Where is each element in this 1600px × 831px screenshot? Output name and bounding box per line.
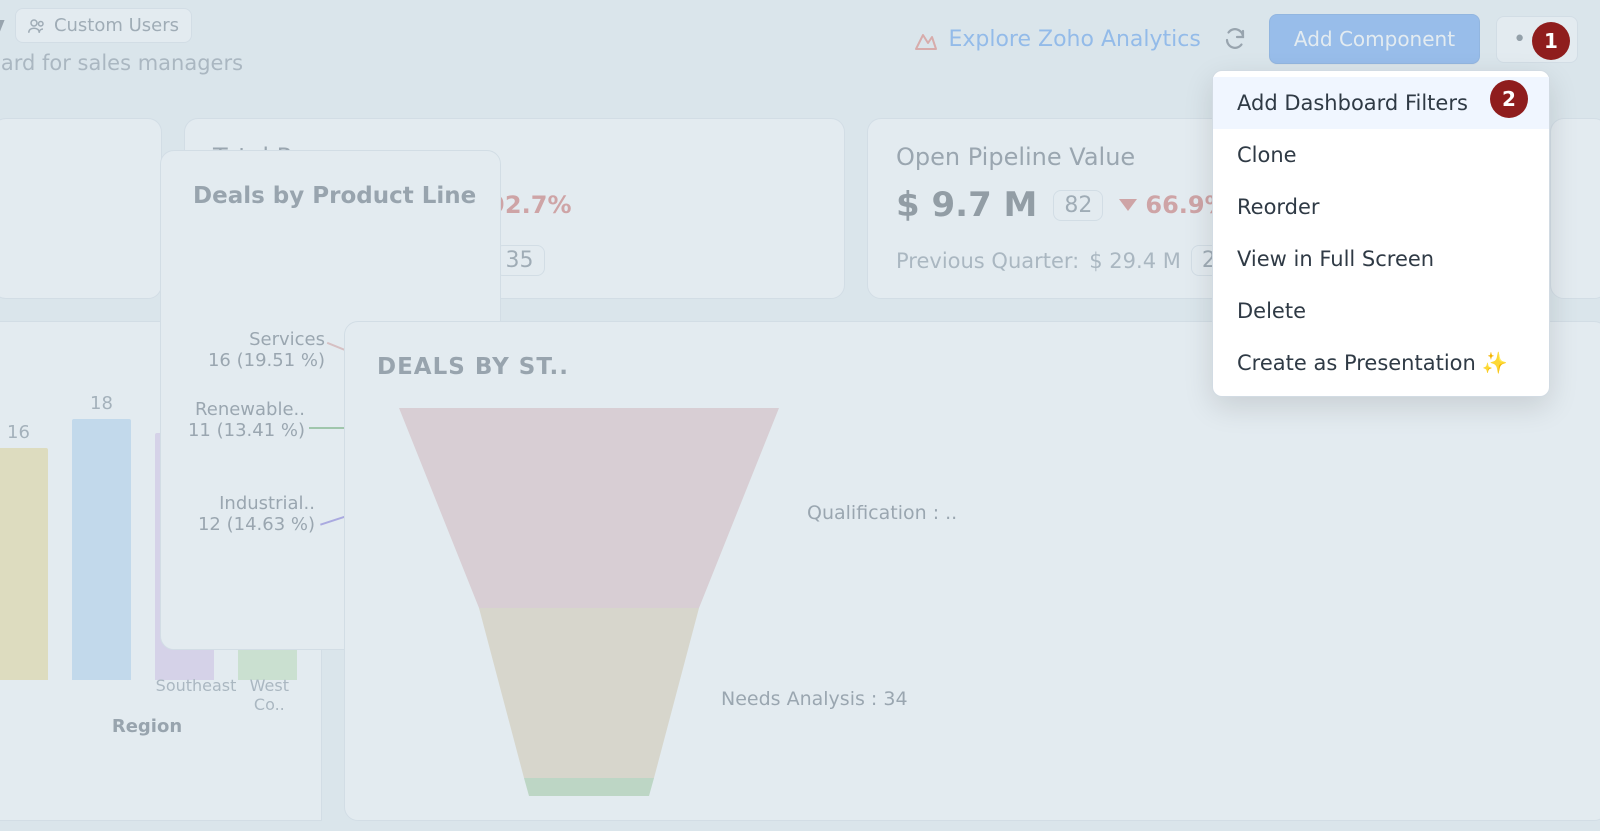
kpi-card-offscreen-left bbox=[0, 118, 162, 299]
funnel-label-needs: Needs Analysis : 34 bbox=[721, 688, 908, 710]
menu-item-delete[interactable]: Delete bbox=[1213, 285, 1549, 337]
custom-users-label: Custom Users bbox=[54, 15, 179, 36]
kpi-prev-label: Previous Quarter: bbox=[896, 249, 1079, 273]
bar-x-label: Southeast bbox=[156, 676, 218, 714]
add-component-button[interactable]: Add Component bbox=[1269, 14, 1480, 64]
custom-users-chip[interactable]: Custom Users bbox=[15, 8, 192, 43]
bar: 18 bbox=[72, 419, 131, 680]
bar-axis-title: Region bbox=[0, 716, 297, 737]
explore-zoho-link[interactable]: Explore Zoho Analytics bbox=[914, 27, 1200, 52]
kpi-prev-count-badge: 35 bbox=[495, 245, 545, 276]
more-menu-dropdown: Add Dashboard Filters Clone Reorder View… bbox=[1212, 70, 1550, 397]
kpi-prev-value: $ 29.4 M bbox=[1089, 249, 1181, 273]
dashboard-title-fragment: v bbox=[0, 11, 5, 41]
pie-label-industrial: Industrial..12 (14.63 %) bbox=[195, 493, 315, 535]
bar: 16 bbox=[0, 448, 48, 680]
kpi-count-badge: 82 bbox=[1053, 190, 1103, 221]
callout-2: 2 bbox=[1490, 80, 1528, 118]
callout-1: 1 bbox=[1532, 22, 1570, 60]
refresh-button[interactable] bbox=[1217, 21, 1253, 57]
analytics-icon bbox=[914, 27, 938, 52]
sparkle-icon: ✨ bbox=[1482, 351, 1508, 376]
down-triangle-icon bbox=[1119, 199, 1137, 211]
pie-label-services: Services16 (19.51 %) bbox=[205, 329, 325, 371]
menu-item-reorder[interactable]: Reorder bbox=[1213, 181, 1549, 233]
kpi-value: $ 9.7 M bbox=[896, 185, 1037, 225]
funnel-chart: Qualification : .. Needs Analysis : 34 bbox=[369, 398, 1583, 798]
kpi-card-offscreen-right bbox=[1550, 118, 1600, 299]
menu-item-fullscreen[interactable]: View in Full Screen bbox=[1213, 233, 1549, 285]
panel-title: Deals by Product Line bbox=[193, 183, 476, 209]
explore-zoho-label: Explore Zoho Analytics bbox=[948, 27, 1200, 52]
pie-label-renewable: Renewable..11 (13.41 %) bbox=[185, 399, 305, 441]
bar-x-label: West Co.. bbox=[242, 676, 297, 714]
funnel-label-qualification: Qualification : .. bbox=[807, 502, 957, 524]
menu-item-clone[interactable]: Clone bbox=[1213, 129, 1549, 181]
menu-item-presentation[interactable]: Create as Presentation✨ bbox=[1213, 337, 1549, 390]
users-icon bbox=[28, 15, 46, 36]
